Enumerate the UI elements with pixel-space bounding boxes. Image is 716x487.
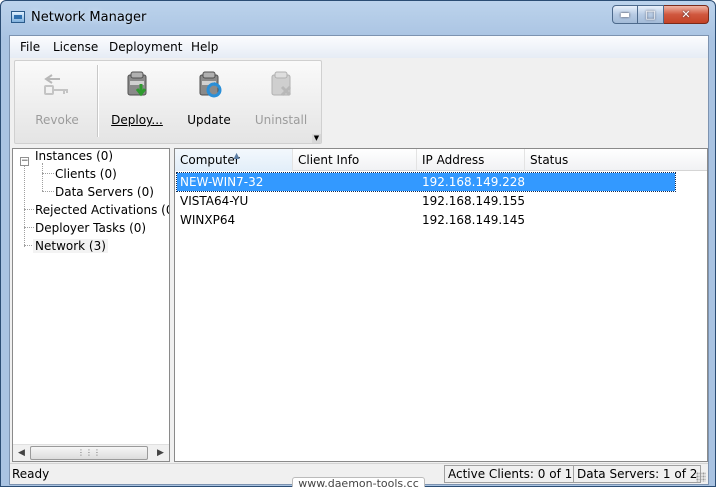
column-header-label: Status [530, 153, 569, 167]
tree-item-deployer-tasks[interactable]: Deployer Tasks (0) [35, 221, 146, 235]
data-servers-status: Data Servers: 1 of 2 [573, 465, 702, 483]
computer-list: ▲ Computer Client Info IP Address Status… [174, 148, 708, 462]
scroll-thumb[interactable]: ⋮⋮⋮ [30, 446, 148, 460]
column-header-label: Client Info [298, 153, 360, 167]
close-icon: ✕ [681, 8, 691, 21]
tree-horizontal-scrollbar[interactable]: ◀ ⋮⋮⋮ ▶ [13, 444, 169, 461]
client-area: File License Deployment Help Revoke Depl… [9, 35, 709, 485]
tree-item-network[interactable]: Network (3) [33, 239, 108, 253]
tree-connector [24, 227, 34, 228]
minimize-icon: ▬ [619, 8, 631, 21]
chevron-down-icon: ▼ [313, 134, 320, 142]
menu-license[interactable]: License [53, 40, 98, 54]
status-text: Ready [12, 467, 50, 481]
revoke-key-icon [44, 74, 68, 95]
menu-bar: File License Deployment Help [10, 36, 708, 58]
sort-ascending-icon: ▲ [233, 151, 240, 160]
deploy-icon [127, 71, 147, 97]
tree-connector [42, 163, 43, 191]
tree-connector [24, 209, 34, 210]
update-button[interactable]: Update [173, 65, 245, 139]
cell-computer: WINXP64 [180, 213, 236, 227]
toolbar-overflow-button[interactable]: ▼ [312, 134, 321, 143]
toolbar: Revoke Deploy... Update Uninstall ▼ [14, 60, 322, 144]
navigation-tree: − Instances (0) Clients (0) Data Servers… [12, 148, 170, 462]
table-row[interactable]: NEW-WIN7-32 192.168.149.228 [176, 172, 676, 192]
watermark: www.daemon-tools.cc [292, 477, 425, 487]
app-icon [11, 11, 25, 23]
revoke-button[interactable]: Revoke [21, 65, 93, 139]
table-row[interactable]: WINXP64 192.168.149.145 [177, 211, 675, 229]
column-header-label: Computer [180, 153, 240, 167]
minimize-button[interactable]: ▬ [612, 5, 638, 24]
scroll-right-icon[interactable]: ▶ [152, 445, 169, 461]
cell-ip-address: 192.168.149.228 [422, 175, 526, 189]
maximize-icon: □ [645, 8, 656, 21]
title-bar[interactable]: Network Manager ▬ □ ✕ [1, 1, 715, 35]
deploy-button[interactable]: Deploy... [101, 65, 173, 139]
tree-connector [42, 191, 54, 192]
column-header-client-info[interactable]: Client Info [293, 149, 417, 171]
cell-computer: NEW-WIN7-32 [180, 175, 264, 189]
deploy-label: Deploy... [111, 113, 163, 127]
menu-deployment[interactable]: Deployment [109, 40, 182, 54]
revoke-label: Revoke [35, 113, 79, 127]
column-header-status[interactable]: Status [525, 149, 707, 171]
uninstall-icon [271, 71, 292, 97]
scroll-left-icon[interactable]: ◀ [13, 445, 30, 461]
caption-buttons: ▬ □ ✕ [612, 5, 709, 24]
column-header-computer[interactable]: ▲ Computer [175, 149, 293, 171]
tree-item-rejected-activations[interactable]: Rejected Activations (0) [35, 203, 169, 217]
menu-help[interactable]: Help [191, 40, 218, 54]
tree-item-instances[interactable]: Instances (0) [35, 149, 113, 163]
network-manager-window: Network Manager ▬ □ ✕ File License Deplo… [0, 0, 716, 487]
tree-item-data-servers[interactable]: Data Servers (0) [55, 185, 154, 199]
cell-computer: VISTA64-YU [180, 194, 249, 208]
update-icon [199, 71, 222, 98]
list-header: ▲ Computer Client Info IP Address Status [175, 149, 707, 171]
collapse-toggle-instances[interactable]: − [20, 157, 29, 166]
menu-file[interactable]: File [20, 40, 40, 54]
column-header-label: IP Address [422, 153, 485, 167]
update-label: Update [187, 113, 231, 127]
tree-item-clients[interactable]: Clients (0) [55, 167, 117, 181]
cell-ip-address: 192.168.149.145 [422, 213, 526, 227]
close-button[interactable]: ✕ [664, 5, 709, 24]
cell-ip-address: 192.168.149.155 [422, 194, 526, 208]
tree-connector [24, 166, 25, 247]
maximize-button[interactable]: □ [638, 5, 664, 24]
active-clients-status: Active Clients: 0 of 10 [444, 465, 584, 483]
uninstall-button[interactable]: Uninstall [245, 65, 317, 139]
uninstall-label: Uninstall [254, 113, 308, 127]
tree-connector [42, 173, 54, 174]
window-title: Network Manager [31, 10, 147, 25]
resize-grip[interactable] [696, 472, 706, 482]
table-row[interactable]: VISTA64-YU 192.168.149.155 [177, 192, 675, 210]
column-header-ip-address[interactable]: IP Address [417, 149, 525, 171]
toolbar-separator [97, 65, 98, 137]
